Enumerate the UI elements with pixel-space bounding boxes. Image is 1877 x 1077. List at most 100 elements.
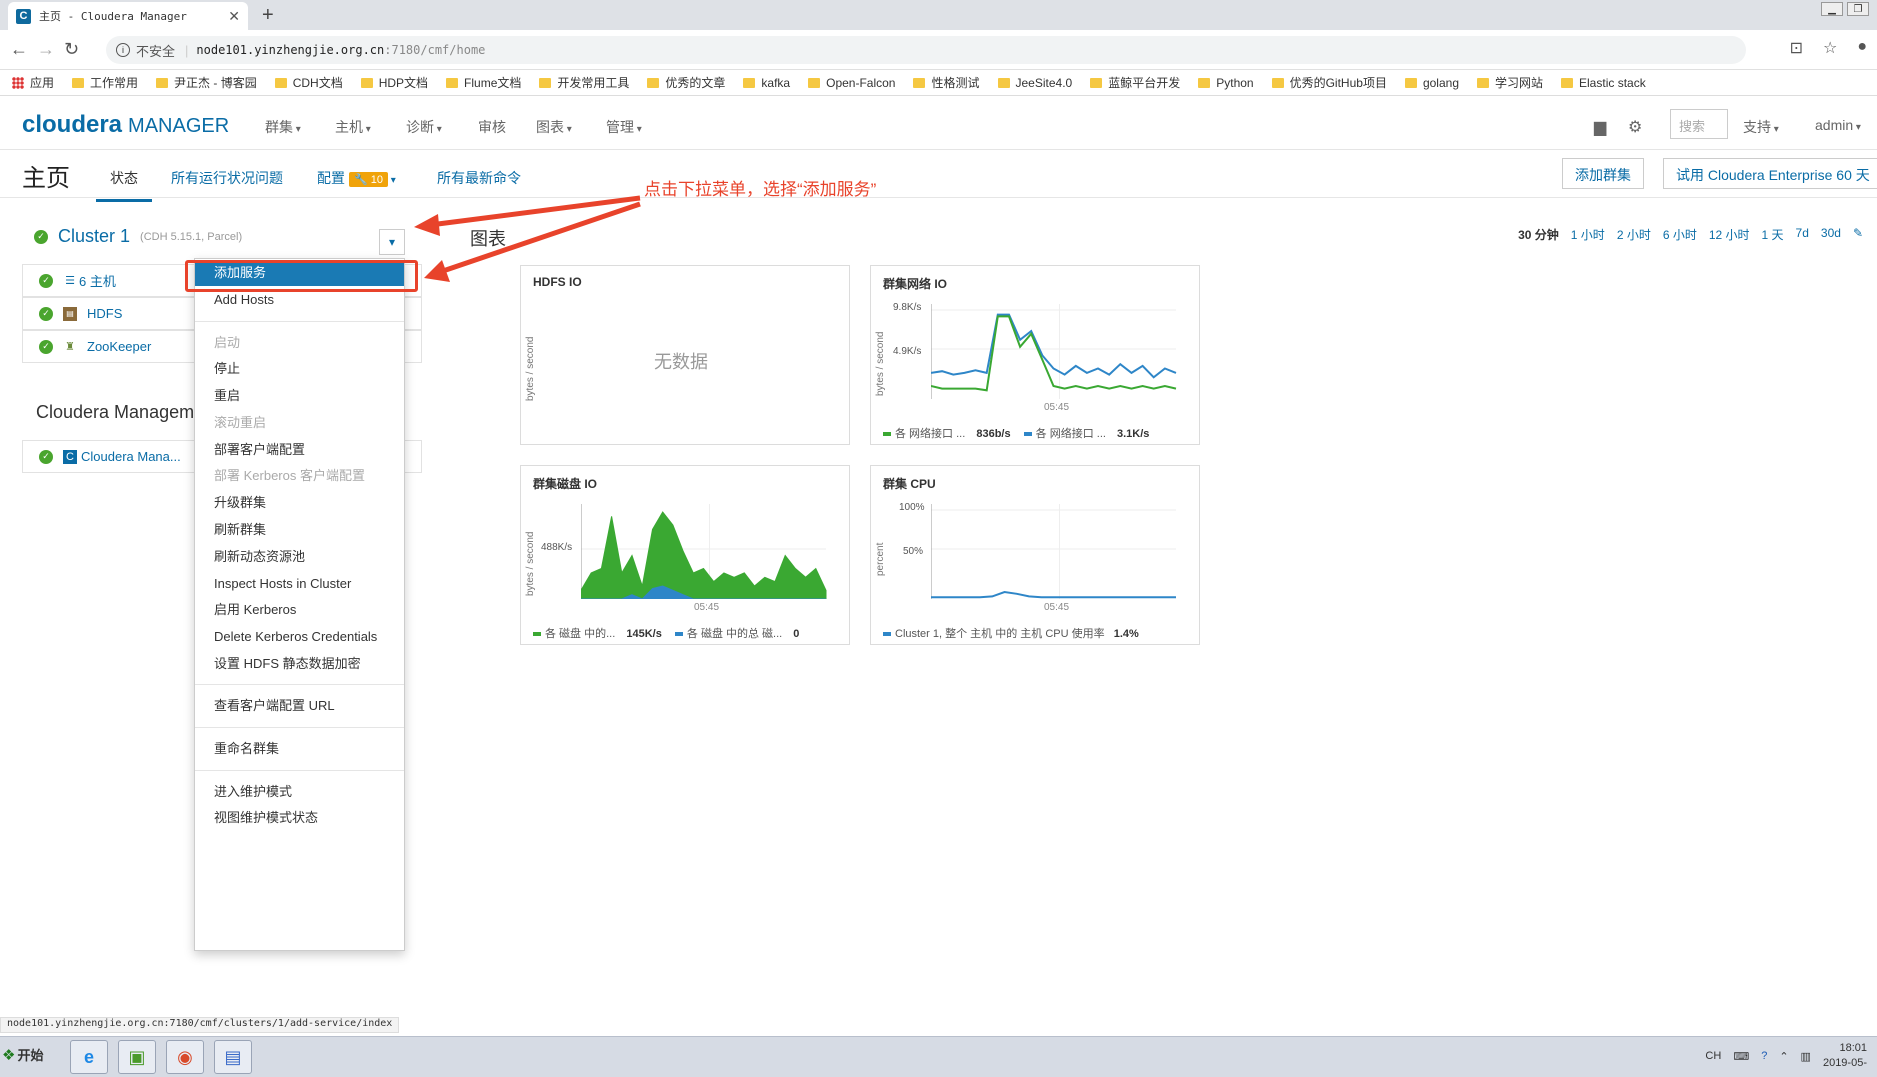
time-range-30d[interactable]: 30d (1821, 226, 1841, 243)
chart-hdfs-io[interactable]: HDFS IO bytes / second 无数据 (520, 265, 850, 445)
nav-hosts[interactable]: 主机 (335, 117, 371, 137)
forward-icon[interactable]: → (37, 39, 55, 60)
chart-network-io[interactable]: 群集网络 IO bytes / second 9.8K/s 4.9K/s 05:… (870, 265, 1200, 445)
briefcase-icon[interactable]: ▆ (1594, 117, 1606, 137)
nav-diagnostics[interactable]: 诊断 (406, 117, 442, 137)
bookmark-item[interactable]: 工作常用 (72, 74, 138, 91)
nav-admin[interactable]: 管理 (606, 117, 642, 137)
bookmark-item[interactable]: CDH文档 (274, 74, 343, 91)
edit-pencil-icon[interactable]: ✎ (1853, 226, 1863, 243)
bookmark-item[interactable]: kafka (743, 76, 790, 90)
menu-item-delete-kerberos-credentials[interactable]: Delete Kerberos Credentials (195, 624, 404, 650)
cluster-name-link[interactable]: Cluster 1 (58, 226, 130, 247)
chart-title: 群集网络 IO (883, 277, 948, 291)
try-enterprise-button[interactable]: 试用 Cloudera Enterprise 60 天 (1663, 158, 1877, 189)
menu-item-upgrade-cluster[interactable]: 升级群集 (195, 490, 404, 516)
menu-item-rename-cluster[interactable]: 重命名群集 (195, 736, 404, 762)
tab-configuration[interactable]: 配置 🔧 10 (317, 168, 396, 188)
menu-item-stop[interactable]: 停止 (195, 356, 404, 382)
menu-item-enter-maintenance-mode[interactable]: 进入维护模式 (195, 779, 404, 805)
chart-cluster-cpu[interactable]: 群集 CPU percent 100% 50% 05:45 Cluster 1,… (870, 465, 1200, 645)
bookmark-star-icon[interactable]: ☆ (1823, 38, 1837, 58)
page-title: 主页 (22, 165, 70, 192)
ie-app-icon[interactable]: e (70, 1040, 108, 1074)
help-icon[interactable]: ? (1761, 1050, 1767, 1062)
info-icon[interactable]: i (116, 43, 130, 57)
bookmark-item[interactable]: JeeSite4.0 (997, 76, 1072, 90)
menu-item-view-maintenance-mode-status[interactable]: 视图维护模式状态 (195, 805, 404, 831)
x-tick-label: 05:45 (694, 602, 720, 613)
time-range-30m[interactable]: 30 分钟 (1518, 226, 1559, 243)
time-range-1d[interactable]: 1 天 (1762, 226, 1784, 243)
network-series-blue (931, 313, 1177, 379)
back-icon[interactable]: ← (10, 39, 28, 60)
bookmark-item[interactable]: golang (1404, 76, 1459, 90)
bookmark-item[interactable]: 性格测试 (913, 74, 980, 91)
add-cluster-button[interactable]: 添加群集 (1562, 158, 1644, 189)
translate-icon[interactable]: ⊡ (1790, 38, 1803, 58)
time-range-6h[interactable]: 6 小时 (1663, 226, 1697, 243)
annotation-arrow-line (429, 195, 641, 228)
menu-item-enable-kerberos[interactable]: 启用 Kerberos (195, 597, 404, 623)
cloudera-logo[interactable]: cloudera MANAGER (22, 111, 229, 139)
zookeeper-icon: ♜ (65, 341, 75, 353)
menu-item-deploy-client-config[interactable]: 部署客户端配置 (195, 437, 404, 463)
new-tab-button[interactable]: + (262, 4, 274, 27)
time-range-1h[interactable]: 1 小时 (1571, 226, 1605, 243)
menu-item-inspect-hosts[interactable]: Inspect Hosts in Cluster (195, 571, 404, 597)
browser-tab[interactable]: C 主页 - Cloudera Manager ✕ (8, 2, 248, 30)
restore-icon[interactable]: ❐ (1847, 2, 1869, 16)
status-ok-icon: ✓ (39, 449, 53, 464)
bookmark-item[interactable]: 开发常用工具 (539, 74, 629, 91)
tab-recent-commands[interactable]: 所有最新命令 (437, 168, 521, 188)
bookmark-item[interactable]: 尹正杰 - 博客园 (156, 74, 257, 91)
vsphere-app-icon[interactable]: ▣ (118, 1040, 156, 1074)
profile-icon[interactable]: ● (1857, 38, 1867, 58)
bookmark-item[interactable]: Open-Falcon (808, 76, 895, 90)
nav-audits[interactable]: 审核 (478, 117, 506, 137)
bookmark-item[interactable]: Python (1198, 76, 1254, 90)
bookmark-item[interactable]: Flume文档 (446, 74, 521, 91)
chart-disk-io[interactable]: 群集磁盘 IO bytes / second 488K/s 05:45 各 磁盘… (520, 465, 850, 645)
bookmark-item[interactable]: 优秀的GitHub项目 (1271, 74, 1387, 91)
menu-item-refresh-cluster[interactable]: 刷新群集 (195, 517, 404, 543)
tab-status[interactable]: 状态 (96, 168, 152, 202)
y-tick-label: 488K/s (541, 542, 573, 553)
support-menu[interactable]: 支持 (1743, 117, 1779, 137)
start-button[interactable]: ❖ 开始 (2, 1045, 43, 1064)
nav-charts[interactable]: 图表 (536, 117, 572, 137)
keyboard-icon[interactable]: ⌨ (1733, 1050, 1749, 1063)
bookmark-item[interactable]: 优秀的文章 (647, 74, 725, 91)
reload-icon[interactable]: ↻ (64, 39, 79, 60)
bookmark-item[interactable]: 蓝鲸平台开发 (1090, 74, 1180, 91)
minimize-icon[interactable]: ▁ (1821, 2, 1843, 16)
menu-item-restart[interactable]: 重启 (195, 383, 404, 409)
tab-close-icon[interactable]: ✕ (228, 8, 240, 25)
tab-health-issues[interactable]: 所有运行状况问题 (171, 168, 283, 188)
bookmark-apps[interactable]: 应用 (12, 74, 54, 91)
folder-icon (539, 77, 552, 88)
user-menu[interactable]: admin (1815, 117, 1861, 133)
disk-series-green (581, 511, 827, 599)
menu-item-refresh-dynamic-resource-pools[interactable]: 刷新动态资源池 (195, 544, 404, 570)
notepad-app-icon[interactable]: ▤ (214, 1040, 252, 1074)
language-indicator[interactable]: CH (1705, 1050, 1721, 1062)
bookmark-item[interactable]: Elastic stack (1561, 76, 1646, 90)
search-input[interactable]: 搜索 (1670, 109, 1728, 139)
menu-item-set-hdfs-encryption[interactable]: 设置 HDFS 静态数据加密 (195, 651, 404, 677)
bookmark-item[interactable]: HDP文档 (360, 74, 428, 91)
url-field[interactable]: i 不安全 | node101.yinzhengjie.org.cn :7180… (106, 36, 1746, 64)
tray-expand-icon[interactable]: ⌃ (1779, 1050, 1788, 1063)
folder-icon (1561, 77, 1574, 88)
legend-value: 0 (793, 628, 800, 640)
commands-icon[interactable]: ⚙ (1628, 117, 1642, 137)
time-range-7d[interactable]: 7d (1796, 226, 1809, 243)
time-range-12h[interactable]: 12 小时 (1709, 226, 1750, 243)
time-range-2h[interactable]: 2 小时 (1617, 226, 1651, 243)
chrome-app-icon[interactable]: ◉ (166, 1040, 204, 1074)
nav-clusters[interactable]: 群集 (265, 117, 301, 137)
network-icon[interactable]: ▥ (1801, 1050, 1811, 1063)
legend-swatch (883, 432, 891, 437)
menu-item-view-client-config-urls[interactable]: 查看客户端配置 URL (195, 693, 404, 719)
bookmark-item[interactable]: 学习网站 (1477, 74, 1543, 91)
